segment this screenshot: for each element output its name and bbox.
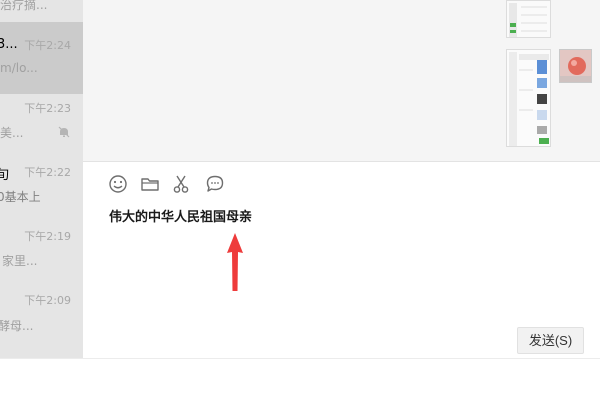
message-composer[interactable]: 伟大的中华人民祖国母亲 发送(S) <box>83 163 600 358</box>
chat-snippet: 家里... <box>2 254 38 268</box>
image-thumbnail[interactable] <box>559 49 592 83</box>
chat-time: 下午2:23 <box>24 102 71 115</box>
chat-history-icon[interactable] <box>205 174 225 194</box>
emoji-icon[interactable] <box>108 174 128 194</box>
chat-time: 下午2:09 <box>24 294 71 307</box>
chat-item-6[interactable]: 下午2:09 酵母... <box>0 286 83 358</box>
chat-snippet: 治疗摘... <box>0 0 48 12</box>
image-thumbnail[interactable] <box>506 0 551 38</box>
mute-bell-icon <box>58 126 70 138</box>
chat-item-5[interactable]: 下午2:19 家里... <box>0 222 83 294</box>
photo-preview-image <box>560 50 591 82</box>
chat-snippet: 0基本上 <box>0 190 41 204</box>
message-area <box>83 0 600 162</box>
image-thumbnail[interactable] <box>506 49 551 147</box>
chat-name: 旬 <box>0 168 10 183</box>
message-input-text[interactable]: 伟大的中华人民祖国母亲 <box>109 206 252 225</box>
chat-snippet: m/lo... <box>0 61 38 75</box>
chat-item-4[interactable]: 旬 下午2:22 0基本上 <box>0 156 83 228</box>
chat-time: 下午2:19 <box>24 230 71 243</box>
send-button[interactable]: 发送(S) <box>517 327 584 354</box>
red-arrow-annotation <box>227 233 243 291</box>
chat-list-sidebar: 治疗摘... 3... 下午2:24 m/lo... 下午2:23 美... 旬… <box>0 0 83 358</box>
folder-icon[interactable] <box>140 174 160 194</box>
window-bottom-edge <box>0 358 600 402</box>
screenshot-preview-image <box>507 1 550 37</box>
chat-item-2[interactable]: 3... 下午2:24 m/lo... <box>0 22 83 94</box>
screenshot-preview-image <box>507 50 550 146</box>
chat-time: 下午2:24 <box>24 39 71 52</box>
scissors-icon[interactable] <box>171 174 191 194</box>
chat-name: 3... <box>0 37 18 52</box>
chat-snippet: 美... <box>0 126 24 140</box>
chat-snippet: 酵母... <box>0 319 34 333</box>
chat-time: 下午2:22 <box>24 166 71 179</box>
